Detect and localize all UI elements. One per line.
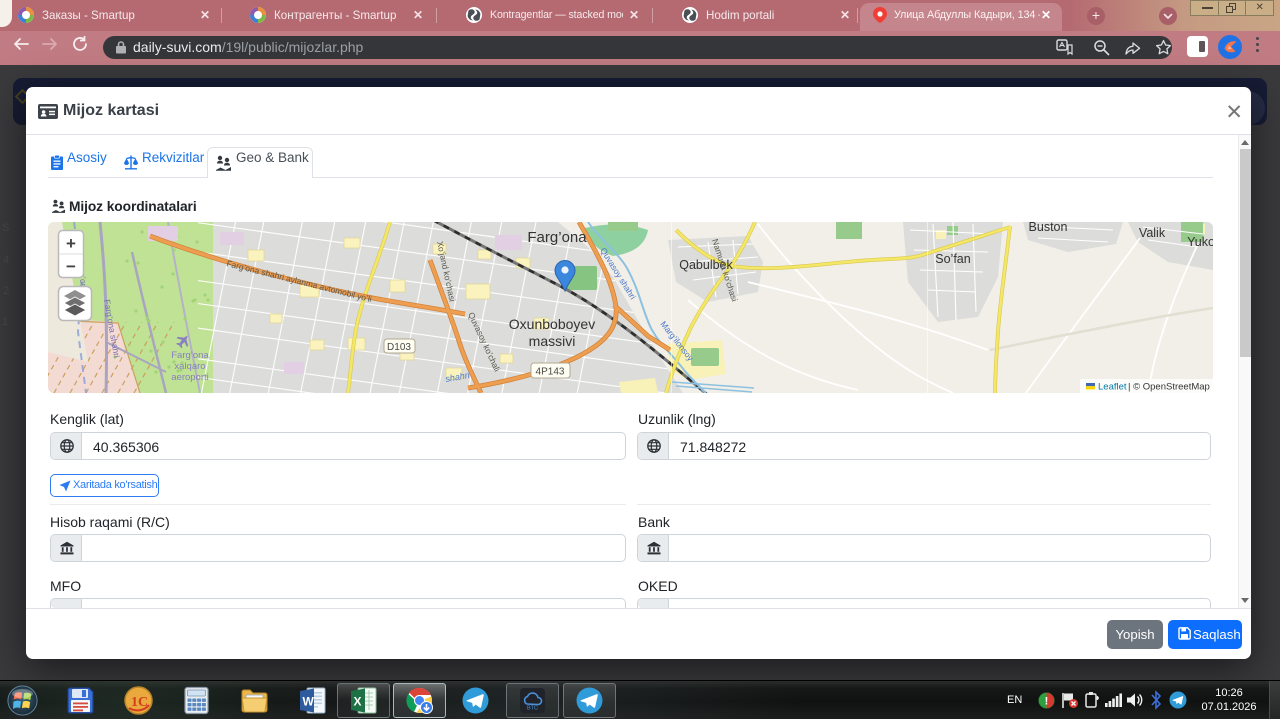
- svg-text:D103: D103: [387, 342, 411, 353]
- svg-text:Oxunboboyev: Oxunboboyev: [509, 316, 595, 332]
- svg-text:xalqaro: xalqaro: [174, 361, 205, 372]
- svg-text:4P143: 4P143: [536, 367, 565, 378]
- svg-text:aeroporti: aeroporti: [171, 372, 209, 383]
- svg-text:| © OpenStreetMap: | © OpenStreetMap: [1128, 382, 1210, 393]
- svg-text:X: X: [354, 695, 362, 709]
- svg-text:Yuko: Yuko: [1187, 235, 1213, 249]
- svg-text:−: −: [66, 257, 76, 276]
- svg-text:Leaflet: Leaflet: [1098, 382, 1127, 393]
- svg-text:So’fan: So’fan: [935, 252, 970, 266]
- svg-text:BTC: BTC: [527, 706, 538, 712]
- svg-text:+: +: [66, 234, 76, 253]
- svg-text:Valik: Valik: [1139, 226, 1166, 240]
- svg-text:!: !: [1045, 696, 1049, 708]
- svg-text:massivi: massivi: [529, 333, 576, 349]
- svg-text:Farg’ona: Farg’ona: [171, 350, 209, 361]
- svg-text:W: W: [303, 695, 315, 709]
- svg-text:Buston: Buston: [1029, 222, 1068, 234]
- svg-text:Farg’ona: Farg’ona: [527, 229, 587, 246]
